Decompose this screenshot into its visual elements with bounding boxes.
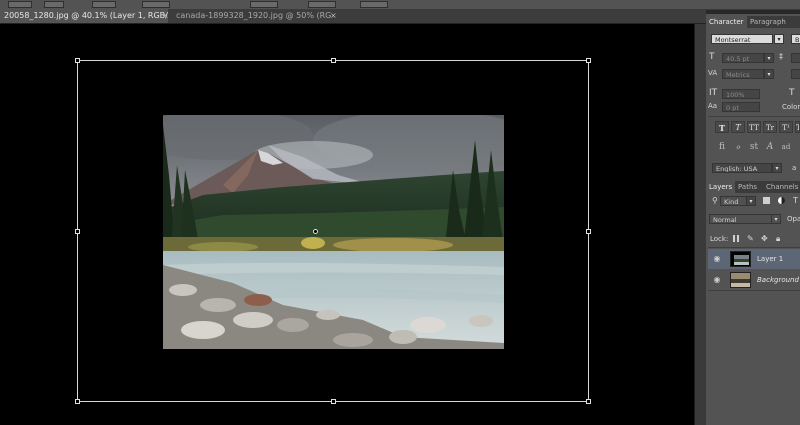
options-button[interactable]	[250, 1, 278, 8]
transform-handle-bottom-right[interactable]	[586, 399, 591, 404]
leading-field[interactable]	[791, 53, 800, 63]
transform-handle-top-left[interactable]	[75, 58, 80, 63]
swash-button[interactable]: A	[763, 140, 777, 154]
dropdown-icon[interactable]: ▾	[746, 196, 756, 206]
dropdown-icon[interactable]: ▾	[764, 69, 774, 79]
dropdown-icon[interactable]: ▾	[774, 34, 784, 44]
divider	[708, 290, 800, 291]
antialias-icon: a	[792, 164, 797, 172]
dropdown-icon[interactable]: ▾	[772, 163, 782, 173]
tab-label: Layers	[709, 183, 733, 191]
dropdown-icon[interactable]: ▾	[771, 214, 781, 224]
tab-character[interactable]: Character	[706, 16, 747, 28]
thumbnail-image	[731, 273, 750, 287]
vertical-scale-icon: IT	[709, 88, 718, 98]
font-size-field[interactable]: 40.5 pt	[722, 53, 764, 63]
tracking-field[interactable]	[791, 69, 800, 79]
lock-pixels-icon[interactable]	[733, 235, 740, 242]
font-family-field[interactable]: Montserrat	[711, 34, 773, 44]
divider	[708, 116, 800, 117]
horizontal-scale-icon: T	[789, 88, 795, 98]
transform-handle-right[interactable]	[586, 229, 591, 234]
layer-thumbnail	[730, 272, 751, 288]
kerning-icon: VA	[708, 69, 718, 77]
character-panel-tabs: Character Paragraph	[706, 16, 800, 28]
font-style-field[interactable]: B	[791, 34, 800, 44]
transform-reference-point[interactable]	[313, 229, 318, 234]
close-icon[interactable]: ×	[330, 9, 337, 23]
all-caps-button[interactable]: TT	[747, 121, 761, 133]
tab-layers[interactable]: Layers	[706, 181, 736, 193]
tab-label: Paths	[738, 183, 758, 191]
close-icon[interactable]: ×	[162, 9, 169, 23]
tab-paths[interactable]: Paths	[735, 181, 760, 193]
layer-row-layer-1[interactable]: ◉ Layer 1	[708, 249, 800, 269]
transform-handle-left[interactable]	[75, 229, 80, 234]
layer-name[interactable]: Layer 1	[757, 249, 783, 269]
tab-channels[interactable]: Channels	[763, 181, 800, 193]
document-tab[interactable]: canada-1899328_1920.jpg @ 50% (RGB/8#)	[172, 9, 332, 23]
color-label: Color:	[782, 103, 800, 111]
options-button[interactable]	[142, 1, 170, 8]
discretionary-ligatures-button[interactable]: st	[747, 140, 761, 154]
options-button[interactable]	[8, 1, 32, 8]
eye-icon[interactable]: ◉	[713, 276, 721, 284]
subscript-button[interactable]: T,	[795, 121, 800, 133]
filter-type-icon[interactable]: T	[793, 196, 798, 206]
lock-move-icon[interactable]: ✥	[761, 234, 768, 244]
transform-handle-top-right[interactable]	[586, 58, 591, 63]
baseline-shift-icon: Aa	[708, 102, 718, 110]
transform-handle-bottom-left[interactable]	[75, 399, 80, 404]
kerning-field[interactable]: Metrics	[722, 69, 764, 79]
options-button[interactable]	[360, 1, 388, 8]
ligatures-button[interactable]: fi	[715, 140, 729, 154]
transform-handle-bottom[interactable]	[331, 399, 336, 404]
filter-pixel-icon[interactable]	[763, 197, 770, 204]
faux-italic-button[interactable]: T	[731, 121, 745, 133]
old-style-button[interactable]: ℴ	[731, 140, 745, 154]
lock-all-icon[interactable]: 🔒︎	[776, 234, 780, 244]
font-size-icon: T	[709, 52, 715, 62]
transform-handle-top[interactable]	[331, 58, 336, 63]
document-tab-active[interactable]: 20058_1280.jpg @ 40.1% (Layer 1, RGB/8#)…	[0, 9, 168, 23]
document-tab-label: 20058_1280.jpg @ 40.1% (Layer 1, RGB/8#)…	[4, 11, 168, 20]
transform-bounding-box[interactable]	[75, 58, 591, 404]
options-button[interactable]	[92, 1, 116, 8]
faux-bold-button[interactable]: T	[715, 121, 729, 133]
filter-adjustment-icon[interactable]	[778, 197, 785, 204]
thumbnail-image	[731, 252, 750, 266]
baseline-shift-field[interactable]: 0 pt	[722, 102, 760, 112]
leading-icon: ‡	[779, 52, 783, 61]
vertical-scale-field[interactable]: 100%	[722, 89, 760, 99]
opacity-label: Opa	[787, 215, 800, 223]
search-icon: ⚲	[712, 196, 718, 205]
superscript-button[interactable]: T¹	[779, 121, 793, 133]
layers-panel-tabs: Layers Paths Channels	[706, 181, 800, 193]
options-button[interactable]	[308, 1, 336, 8]
layer-row-background[interactable]: ◉ Background	[708, 270, 800, 290]
tab-label: Paragraph	[750, 18, 786, 26]
options-button[interactable]	[44, 1, 64, 8]
small-caps-button[interactable]: Tr	[763, 121, 777, 133]
layer-thumbnail	[730, 251, 751, 267]
tab-label: Channels	[766, 183, 799, 191]
divider	[708, 247, 800, 248]
eye-icon[interactable]: ◉	[713, 255, 721, 263]
dropdown-icon[interactable]: ▾	[764, 53, 774, 63]
document-tab-bar: 20058_1280.jpg @ 40.1% (Layer 1, RGB/8#)…	[0, 9, 706, 24]
ordinals-button[interactable]: ad	[779, 140, 793, 154]
layer-name[interactable]: Background	[757, 270, 799, 290]
language-select[interactable]: English: USA	[712, 163, 772, 173]
tab-paragraph[interactable]: Paragraph	[747, 16, 789, 28]
tab-label: Character	[709, 18, 744, 26]
lock-label: Lock:	[710, 235, 729, 243]
document-tab-label: canada-1899328_1920.jpg @ 50% (RGB/8#)	[176, 11, 332, 20]
lock-brush-icon[interactable]: ✎	[747, 234, 754, 244]
